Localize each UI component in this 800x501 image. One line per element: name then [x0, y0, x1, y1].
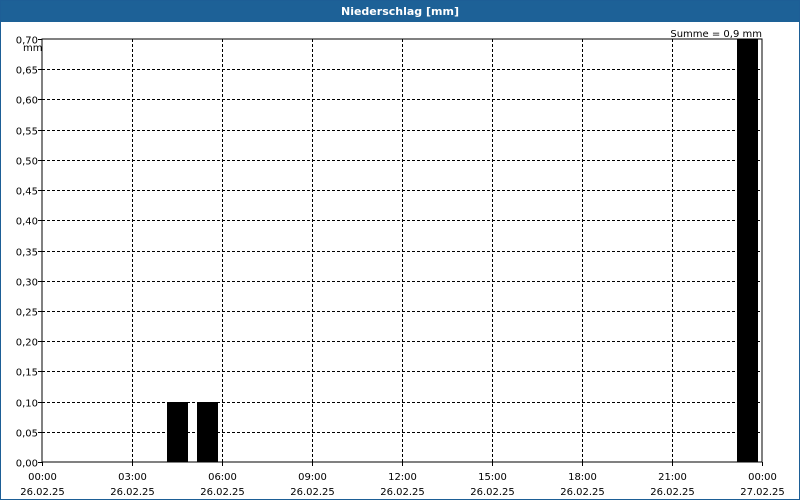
- x-tick-date: 27.02.25: [740, 487, 785, 498]
- precip-bar: [167, 402, 188, 462]
- y-tick-label: 0,60: [16, 96, 38, 107]
- y-axis-label: mm: [23, 43, 42, 54]
- y-tick-labels: 0,00 0,05 0,10 0,15 0,20 0,25 0,30 0,35 0,40 0,45…: [16, 36, 42, 470]
- y-tick-label: 0,40: [16, 217, 38, 228]
- y-tick-label: 0,25: [16, 308, 38, 319]
- y-tick-label: 0,15: [16, 368, 38, 379]
- x-tick-time: 00:00: [748, 472, 777, 483]
- y-tick-label: 0,50: [16, 157, 38, 168]
- x-tick-date: 26.02.25: [290, 487, 335, 498]
- x-tick-date: 26.02.25: [200, 487, 245, 498]
- x-tick-time: 12:00: [388, 472, 417, 483]
- y-tick-label: 0,00: [16, 459, 38, 470]
- x-tick-time: 18:00: [568, 472, 597, 483]
- x-tick-date: 26.02.25: [650, 487, 695, 498]
- bars: [167, 39, 758, 462]
- y-tick-label: 0,05: [16, 429, 38, 440]
- y-tick-label: 0,35: [16, 248, 38, 259]
- x-tick-time: 21:00: [658, 472, 687, 483]
- chart-window: Niederschlag [mm] 0,00 0,05 0,10 0,15 0,20 0,…: [0, 0, 800, 500]
- y-tick-label: 0,55: [16, 127, 38, 138]
- y-tick-label: 0,20: [16, 338, 38, 349]
- sum-label: Summe = 0,9 mm: [670, 29, 762, 40]
- y-tick-label: 0,10: [16, 399, 38, 410]
- x-tick-date: 26.02.25: [20, 487, 65, 498]
- x-tick-time: 09:00: [298, 472, 327, 483]
- precip-bar: [197, 402, 218, 462]
- x-tick-date: 26.02.25: [380, 487, 425, 498]
- precip-bar: [737, 39, 758, 462]
- grid: [42, 39, 762, 462]
- x-tick-labels: 00:00 26.02.25 03:00 26.02.25 06:00 26.02.25 0…: [20, 462, 785, 498]
- y-tick-label: 0,45: [16, 187, 38, 198]
- x-tick-time: 06:00: [208, 472, 237, 483]
- precipitation-chart: 0,00 0,05 0,10 0,15 0,20 0,25 0,30 0,35 0,40 0,45…: [16, 29, 785, 498]
- y-tick-label: 0,30: [16, 278, 38, 289]
- x-tick-date: 26.02.25: [110, 487, 155, 498]
- x-tick-date: 26.02.25: [470, 487, 515, 498]
- x-tick-time: 00:00: [28, 472, 57, 483]
- x-tick-time: 15:00: [478, 472, 507, 483]
- y-tick-label: 0,65: [16, 66, 38, 77]
- x-tick-time: 03:00: [118, 472, 147, 483]
- x-tick-date: 26.02.25: [560, 487, 605, 498]
